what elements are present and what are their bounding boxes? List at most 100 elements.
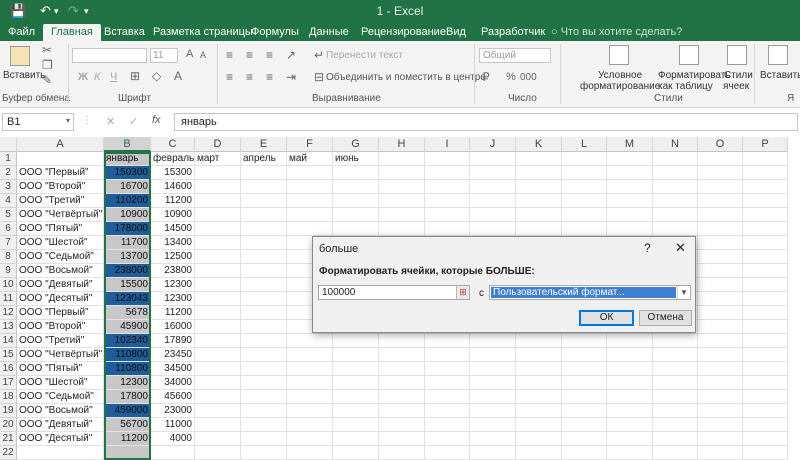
row-header[interactable]: 6 xyxy=(0,222,17,236)
cell-f21[interactable] xyxy=(287,432,333,446)
cell-e6[interactable] xyxy=(241,222,287,236)
cell-styles-label-2[interactable]: ячеек xyxy=(723,81,749,92)
cell-b17[interactable]: 12300 xyxy=(104,376,151,390)
cell-g21[interactable] xyxy=(333,432,379,446)
currency-icon[interactable]: ₽ xyxy=(482,70,490,84)
cell-i16[interactable] xyxy=(425,362,470,376)
tab-developer[interactable]: Разработчик xyxy=(481,24,545,41)
cell-b21[interactable]: 11200 xyxy=(104,432,151,446)
cell-j2[interactable] xyxy=(470,166,516,180)
cell-p5[interactable] xyxy=(743,208,788,222)
cell-a21[interactable]: ООО "Десятый" xyxy=(17,432,104,446)
cell-k19[interactable] xyxy=(516,404,562,418)
cell-a10[interactable]: ООО "Девятый" xyxy=(17,278,104,292)
insert-cells-button[interactable]: Вставить xyxy=(760,70,800,81)
cell-p1[interactable] xyxy=(743,152,788,166)
cell-h3[interactable] xyxy=(379,180,425,194)
row-header[interactable]: 4 xyxy=(0,194,17,208)
cell-c1[interactable]: февраль xyxy=(151,152,195,166)
cell-p19[interactable] xyxy=(743,404,788,418)
cell-a3[interactable]: ООО "Второй" xyxy=(17,180,104,194)
cell-m19[interactable] xyxy=(607,404,653,418)
cell-i18[interactable] xyxy=(425,390,470,404)
cell-h16[interactable] xyxy=(379,362,425,376)
cell-d12[interactable] xyxy=(195,306,241,320)
cell-j22[interactable] xyxy=(470,446,516,460)
tab-view[interactable]: Вид xyxy=(446,24,466,41)
row-header[interactable]: 15 xyxy=(0,348,17,362)
cell-b8[interactable]: 13700 xyxy=(104,250,151,264)
cell-e13[interactable] xyxy=(241,320,287,334)
column-header-g[interactable]: G xyxy=(333,137,379,152)
cell-m3[interactable] xyxy=(607,180,653,194)
cell-g6[interactable] xyxy=(333,222,379,236)
column-header-b[interactable]: B xyxy=(104,137,151,152)
cell-b2[interactable]: 150300 xyxy=(104,166,151,180)
cell-j20[interactable] xyxy=(470,418,516,432)
cell-h20[interactable] xyxy=(379,418,425,432)
cell-n14[interactable] xyxy=(653,334,698,348)
cell-n18[interactable] xyxy=(653,390,698,404)
orientation-icon[interactable]: ↗ xyxy=(286,48,296,62)
cell-n20[interactable] xyxy=(653,418,698,432)
cell-c3[interactable]: 14600 xyxy=(151,180,195,194)
chevron-down-icon[interactable]: ▼ xyxy=(677,286,690,299)
name-box[interactable]: B1 xyxy=(2,113,74,131)
cell-j5[interactable] xyxy=(470,208,516,222)
cell-c20[interactable]: 11000 xyxy=(151,418,195,432)
cell-a2[interactable]: ООО "Первый" xyxy=(17,166,104,180)
cell-f14[interactable] xyxy=(287,334,333,348)
cell-b3[interactable]: 16700 xyxy=(104,180,151,194)
cell-d16[interactable] xyxy=(195,362,241,376)
cell-a1[interactable] xyxy=(17,152,104,166)
cell-b22[interactable] xyxy=(104,446,151,460)
cell-m20[interactable] xyxy=(607,418,653,432)
cell-a20[interactable]: ООО "Девятый" xyxy=(17,418,104,432)
align-bottom-icon[interactable]: ≡ xyxy=(266,48,273,62)
row-header[interactable]: 9 xyxy=(0,264,17,278)
cell-i2[interactable] xyxy=(425,166,470,180)
cell-a11[interactable]: ООО "Десятый" xyxy=(17,292,104,306)
cell-p15[interactable] xyxy=(743,348,788,362)
cell-d20[interactable] xyxy=(195,418,241,432)
cell-k5[interactable] xyxy=(516,208,562,222)
cell-d4[interactable] xyxy=(195,194,241,208)
tab-page-layout[interactable]: Разметка страницы xyxy=(153,24,253,41)
cell-h2[interactable] xyxy=(379,166,425,180)
cell-d3[interactable] xyxy=(195,180,241,194)
cell-m21[interactable] xyxy=(607,432,653,446)
cell-e7[interactable] xyxy=(241,236,287,250)
cell-h5[interactable] xyxy=(379,208,425,222)
cell-j4[interactable] xyxy=(470,194,516,208)
cell-d18[interactable] xyxy=(195,390,241,404)
copy-icon[interactable]: ❐ xyxy=(42,58,53,72)
fill-color-icon[interactable]: ◇ xyxy=(152,69,161,83)
cell-l5[interactable] xyxy=(562,208,607,222)
cell-k2[interactable] xyxy=(516,166,562,180)
cell-g15[interactable] xyxy=(333,348,379,362)
format-dropdown[interactable]: Пользовательский формат... ▼ xyxy=(489,285,691,300)
cell-o20[interactable] xyxy=(698,418,743,432)
cell-e11[interactable] xyxy=(241,292,287,306)
cell-c19[interactable]: 23000 xyxy=(151,404,195,418)
cell-k21[interactable] xyxy=(516,432,562,446)
row-header[interactable]: 16 xyxy=(0,362,17,376)
row-header[interactable]: 22 xyxy=(0,446,17,460)
cancel-button[interactable]: Отмена xyxy=(639,310,692,326)
column-header-o[interactable]: O xyxy=(698,137,743,152)
row-header[interactable]: 7 xyxy=(0,236,17,250)
column-header-d[interactable]: D xyxy=(195,137,241,152)
cell-styles-label-1[interactable]: Стили xyxy=(724,70,753,81)
cell-m4[interactable] xyxy=(607,194,653,208)
cell-o3[interactable] xyxy=(698,180,743,194)
cell-o1[interactable] xyxy=(698,152,743,166)
cell-f2[interactable] xyxy=(287,166,333,180)
cell-c6[interactable]: 14500 xyxy=(151,222,195,236)
cell-p8[interactable] xyxy=(743,250,788,264)
cell-i22[interactable] xyxy=(425,446,470,460)
cell-styles-icon[interactable] xyxy=(727,45,747,65)
cell-i20[interactable] xyxy=(425,418,470,432)
wrap-text-button[interactable]: Перенести текст xyxy=(326,50,403,61)
cell-n16[interactable] xyxy=(653,362,698,376)
merge-icon[interactable]: ⊟ xyxy=(314,70,324,84)
